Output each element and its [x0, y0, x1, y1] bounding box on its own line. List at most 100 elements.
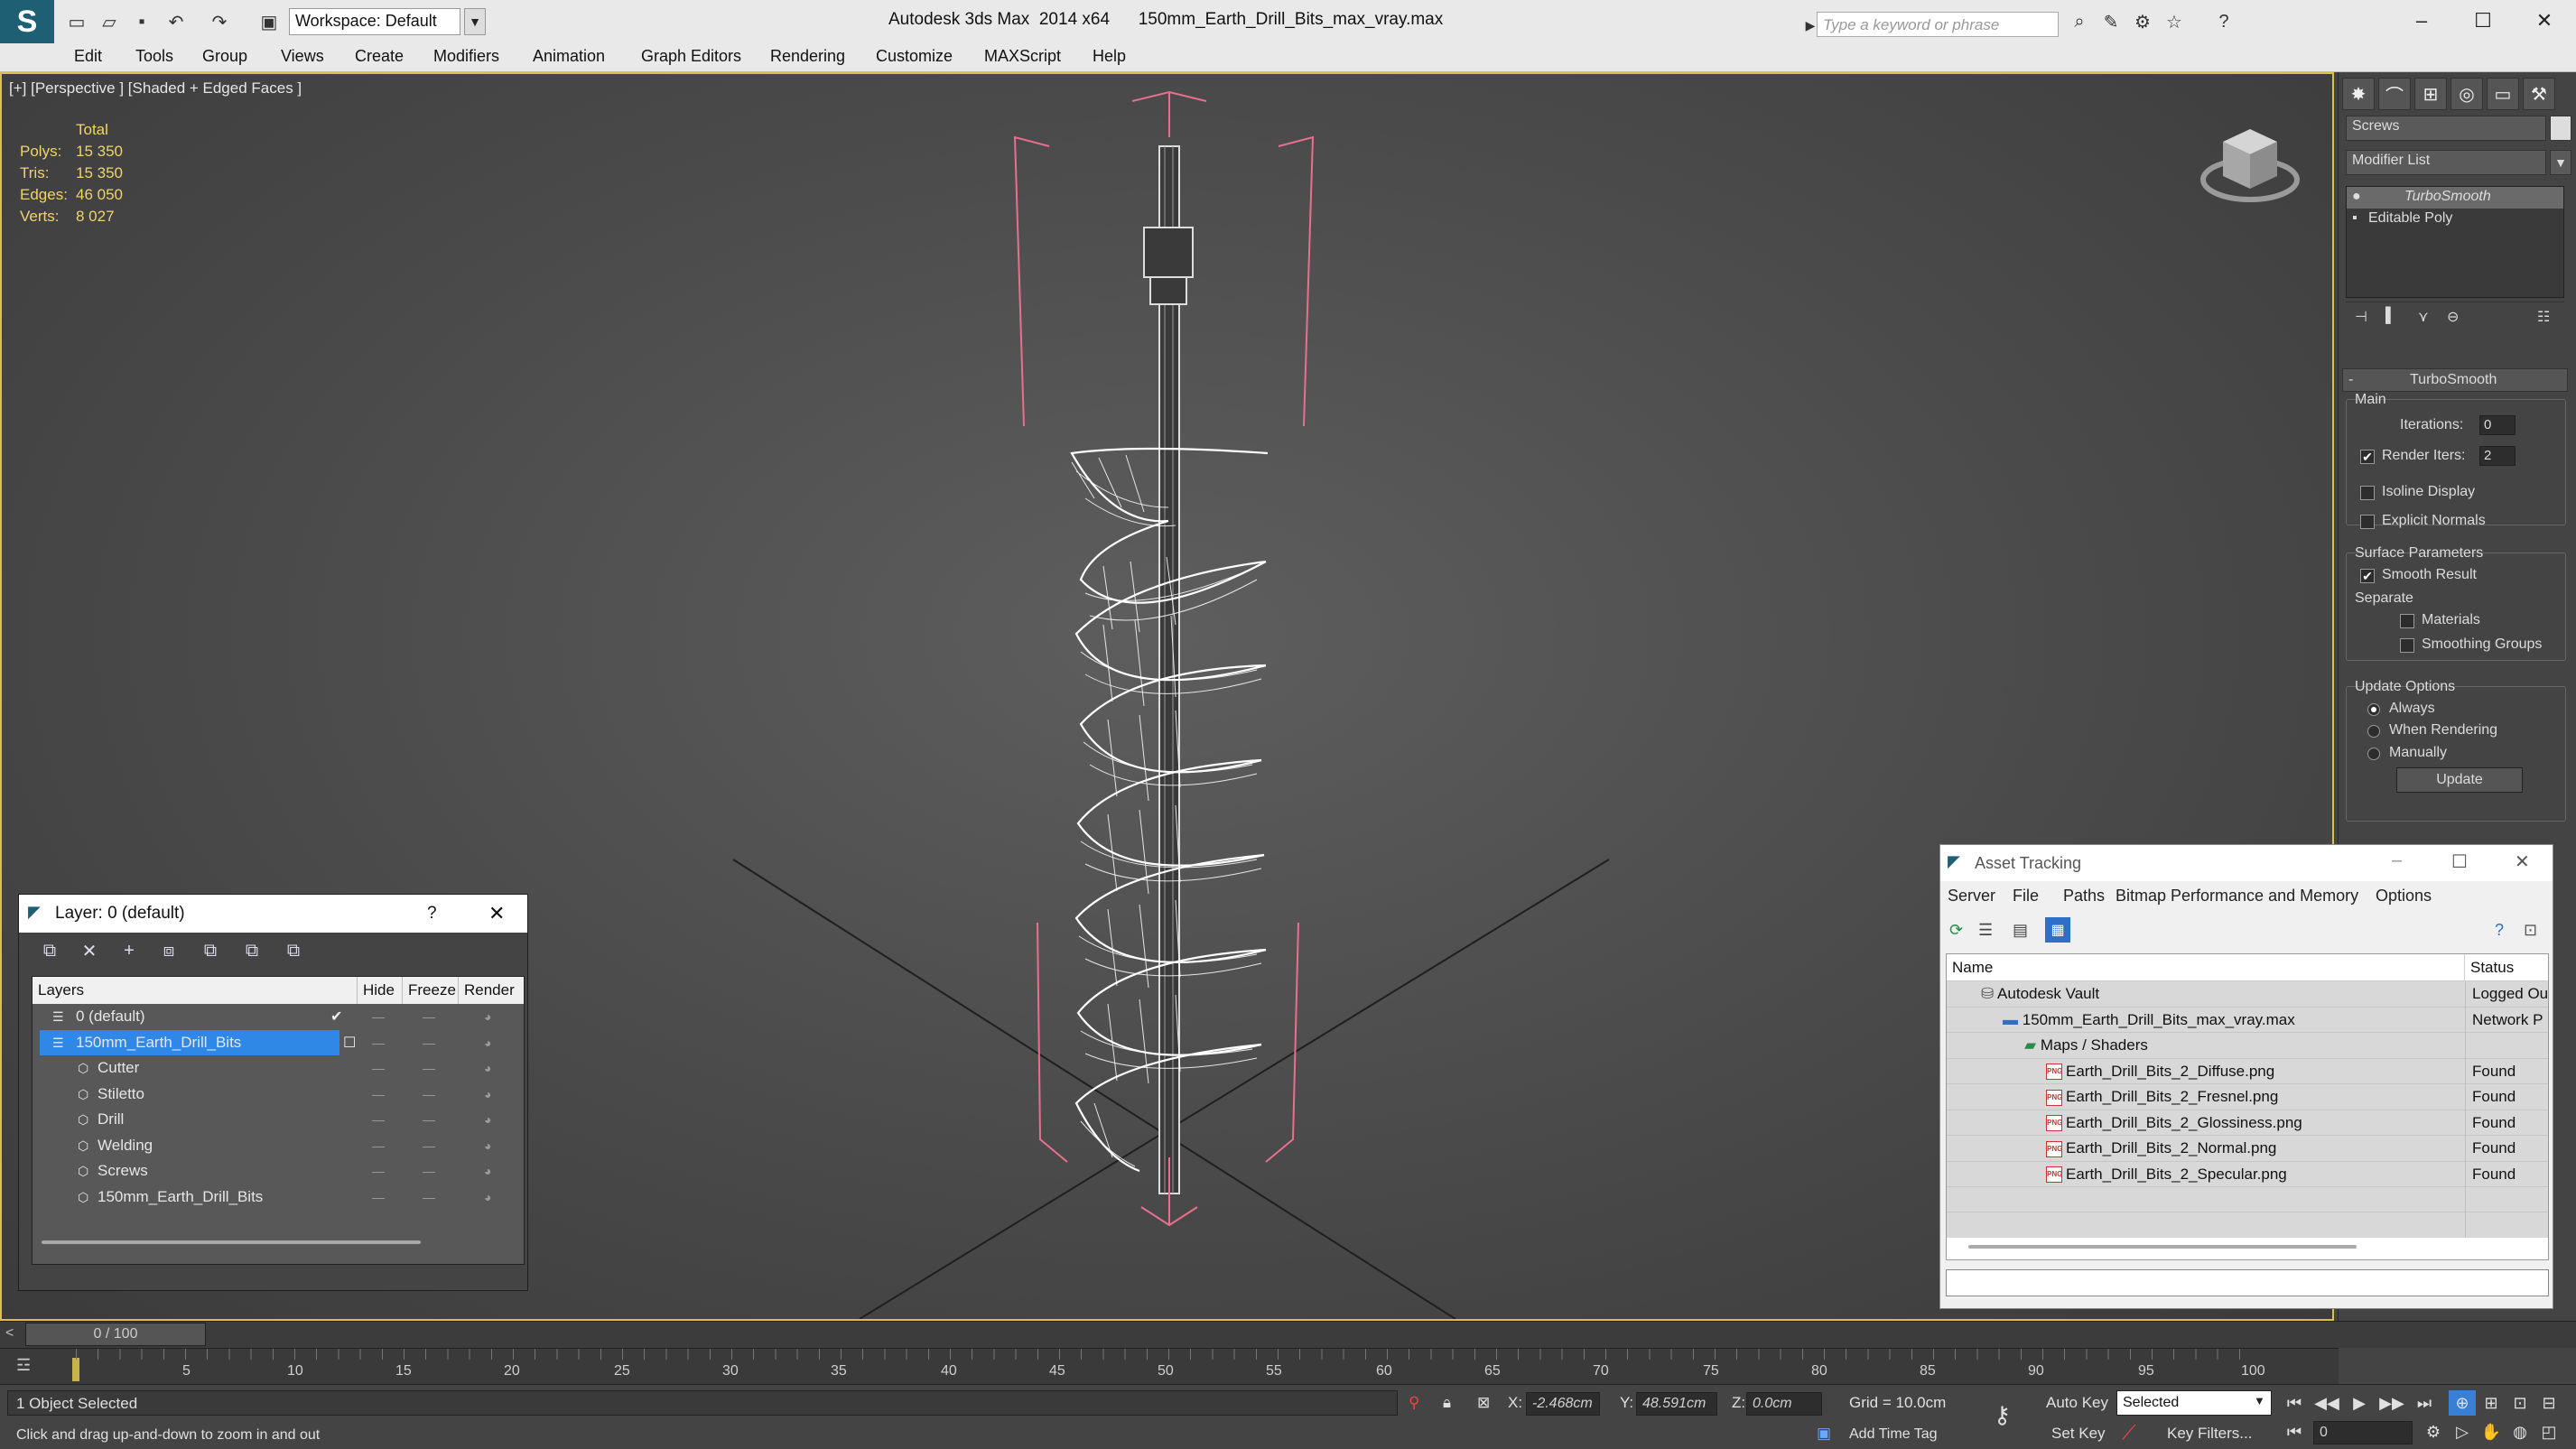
asset-menu-paths[interactable]: Paths [2063, 887, 2105, 906]
key-mode-toggle-icon[interactable]: ⏮ [2281, 1419, 2308, 1444]
teapot-render-icon[interactable]: ◕ [484, 1036, 491, 1050]
layer-row-stiletto[interactable]: ⬡ Stiletto — — ◕ [33, 1082, 524, 1108]
asset-menu-options[interactable]: Options [2376, 887, 2432, 906]
zoom-extents-all-icon[interactable]: ⊟ [2535, 1390, 2562, 1416]
chevron-down-icon[interactable]: ▼ [464, 8, 486, 35]
orbit-icon[interactable]: ◍ [2506, 1419, 2534, 1444]
field-of-view-icon[interactable]: ▷ [2449, 1419, 2476, 1444]
time-configuration-icon[interactable]: ⚙ [2420, 1419, 2447, 1444]
current-frame-field[interactable]: 0 [2313, 1421, 2413, 1444]
pin-icon[interactable]: ⊡ [2524, 921, 2537, 940]
chevron-down-icon[interactable]: ▼ [2254, 1394, 2265, 1407]
object-color-swatch[interactable] [2550, 116, 2571, 141]
asset-row-fresnel-png[interactable]: PNG Earth_Drill_Bits_2_Fresnel.png Found [1947, 1084, 2548, 1110]
column-header-layers[interactable]: Layers [33, 977, 358, 1004]
mini-curve-editor-icon[interactable]: ☲ [16, 1356, 31, 1375]
key-icon[interactable]: ⚷ [1994, 1401, 2011, 1429]
detail-view-icon[interactable]: ▤ [2013, 921, 2028, 940]
save-file-icon[interactable]: ▪ [130, 11, 153, 33]
stack-item-editable-poly[interactable]: Editable Poly [2368, 210, 2452, 227]
absolute-mode-transform-icon[interactable]: ⊠ [1477, 1394, 1490, 1412]
help-button[interactable]: ? [427, 904, 437, 924]
current-layer-box-icon[interactable]: ☐ [343, 1034, 356, 1052]
teapot-render-icon[interactable]: ◕ [484, 1087, 491, 1101]
object-name-field[interactable]: Screws [2346, 116, 2546, 141]
hide-all-icon[interactable]: ⧉ [239, 940, 265, 961]
key-mode-dropdown[interactable]: Selected [2116, 1390, 2272, 1416]
isoline-display-checkbox[interactable] [2360, 486, 2375, 500]
highlight-layer-icon[interactable]: ⧉ [198, 940, 223, 961]
menu-edit[interactable]: Edit [74, 47, 102, 66]
teapot-render-icon[interactable]: ◕ [484, 1061, 491, 1075]
previous-frame-icon[interactable]: ◀◀ [2313, 1390, 2340, 1416]
time-slider-track[interactable]: < > [0, 1321, 2576, 1348]
select-objects-icon[interactable]: ⧈ [156, 940, 181, 961]
chevron-down-icon[interactable]: ▼ [2550, 150, 2571, 175]
active-layer-check-icon[interactable]: ✔ [330, 1008, 342, 1026]
layer-dialog-titlebar[interactable]: ◤ Layer: 0 (default) ? ✕ [19, 895, 527, 933]
asset-row-normal-png[interactable]: PNG Earth_Drill_Bits_2_Normal.png Found [1947, 1136, 2548, 1162]
drill-bit-wireframe[interactable] [1070, 145, 1269, 1194]
maximize-icon[interactable]: ☐ [2451, 850, 2468, 873]
asset-dialog-titlebar[interactable]: ◤ Asset Tracking – ☐ ✕ [1940, 845, 2553, 881]
y-coordinate-field[interactable]: 48.591cm [1636, 1392, 1717, 1416]
menu-modifiers[interactable]: Modifiers [433, 47, 499, 66]
viewcube-icon[interactable] [2196, 115, 2304, 214]
stack-expand-icon[interactable]: ▪ [2352, 210, 2357, 227]
teapot-render-icon[interactable]: ◕ [484, 1112, 491, 1127]
next-frame-icon[interactable]: ▶▶ [2378, 1390, 2405, 1416]
asset-row-diffuse-png[interactable]: PNG Earth_Drill_Bits_2_Diffuse.png Found [1947, 1058, 2548, 1084]
layer-row-150mm-earth-drill-bits-object[interactable]: ⬡ 150mm_Earth_Drill_Bits — — ◕ [33, 1184, 524, 1211]
project-folder-icon[interactable]: ▣ [257, 11, 281, 33]
go-to-end-icon[interactable]: ⏭ [2411, 1390, 2438, 1416]
set-key-label[interactable]: Set Key [2051, 1425, 2106, 1443]
open-file-icon[interactable]: ▱ [98, 11, 121, 33]
teapot-render-icon[interactable]: ◕ [484, 1190, 491, 1204]
asset-row-max-file[interactable]: ▬ 150mm_Earth_Drill_Bits_max_vray.max Ne… [1947, 1007, 2548, 1033]
menu-animation[interactable]: Animation [533, 47, 605, 66]
layer-row-cutter[interactable]: ⬡ Cutter — — ◕ [33, 1055, 524, 1082]
subscription-icon[interactable]: ⚙ [2131, 11, 2154, 33]
horizontal-scrollbar[interactable] [1968, 1245, 2357, 1249]
materials-checkbox[interactable] [2400, 614, 2414, 628]
freeze-all-icon[interactable]: ⧉ [281, 940, 306, 961]
column-header-name[interactable]: Name [1947, 954, 2465, 981]
table-view-icon[interactable]: ▦ [2045, 917, 2070, 943]
current-frame-marker[interactable] [72, 1358, 79, 1381]
column-header-status[interactable]: Status [2465, 954, 2548, 981]
make-unique-icon[interactable]: ⋎ [2418, 308, 2429, 326]
binoculars-icon[interactable]: ⌕ [2068, 11, 2091, 33]
asset-row-autodesk-vault[interactable]: ⛁ Autodesk Vault Logged Ou [1947, 981, 2548, 1008]
search-input[interactable]: Type a keyword or phrase [1817, 12, 2059, 37]
asset-path-field[interactable] [1946, 1269, 2549, 1296]
layer-create-icon[interactable]: ⧉ [37, 940, 62, 961]
menu-rendering[interactable]: Rendering [770, 47, 845, 66]
explicit-normals-checkbox[interactable] [2360, 515, 2375, 529]
minimize-icon[interactable]: – [2392, 850, 2402, 871]
close-icon[interactable]: ✕ [2515, 850, 2530, 873]
help-icon[interactable]: ? [2495, 921, 2504, 940]
isolate-selection-icon[interactable]: ⚲ [1409, 1394, 1419, 1412]
menu-customize[interactable]: Customize [876, 47, 953, 66]
menu-views[interactable]: Views [281, 47, 324, 66]
asset-row-glossiness-png[interactable]: PNG Earth_Drill_Bits_2_Glossiness.png Fou… [1947, 1110, 2548, 1136]
layer-row-drill[interactable]: ⬡ Drill — — ◕ [33, 1107, 524, 1133]
motion-tab-icon[interactable]: ◎ [2450, 78, 2483, 110]
layer-row-default[interactable]: ☰ 0 (default) ✔ — — ◕ [33, 1004, 524, 1030]
undo-icon[interactable]: ↶ [164, 11, 188, 33]
favorites-star-icon[interactable]: ☆ [2162, 11, 2186, 33]
key-filters-button[interactable]: Key Filters... [2167, 1425, 2252, 1443]
list-view-icon[interactable]: ☰ [1978, 921, 1993, 940]
maximize-viewport-icon[interactable]: ◰ [2535, 1419, 2562, 1444]
go-to-start-icon[interactable]: ⏮ [2281, 1390, 2308, 1416]
asset-row-specular-png[interactable]: PNG Earth_Drill_Bits_2_Specular.png Found [1947, 1161, 2548, 1187]
x-coordinate-field[interactable]: -2.468cm [1526, 1392, 1600, 1416]
teapot-render-icon[interactable]: ◕ [484, 1138, 491, 1153]
layer-row-screws[interactable]: ⬡ Screws — — ◕ [33, 1158, 524, 1184]
pin-stack-icon[interactable]: ⊣ [2355, 308, 2367, 326]
utilities-tab-icon[interactable]: ⚒ [2523, 78, 2555, 110]
asset-row-maps-shaders[interactable]: ▰ Maps / Shaders [1947, 1033, 2548, 1059]
zoom-all-icon[interactable]: ⊞ [2478, 1390, 2505, 1416]
show-end-result-icon[interactable]: ▌ [2385, 308, 2395, 324]
menu-maxscript[interactable]: MAXScript [984, 47, 1061, 66]
